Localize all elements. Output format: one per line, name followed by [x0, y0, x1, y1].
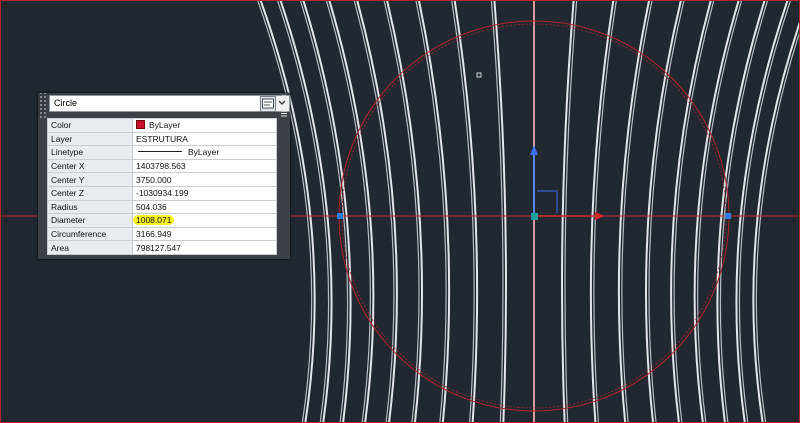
property-label: Area	[47, 240, 133, 255]
property-row-center-y[interactable]: Center Y 3750.000	[47, 172, 277, 187]
property-value-highlighted: 1008.071	[133, 215, 175, 226]
structure-line[interactable]	[299, 1, 349, 422]
structure-line[interactable]	[719, 1, 769, 422]
property-row-circumference[interactable]: Circumference 3166.949	[47, 226, 277, 242]
structure-line[interactable]	[755, 1, 799, 422]
structure-line[interactable]	[697, 1, 743, 422]
menu-icon[interactable]	[280, 104, 288, 117]
color-swatch	[136, 120, 145, 130]
object-type-select[interactable]: Circle	[49, 95, 290, 112]
property-value[interactable]: 1403798.563	[132, 158, 277, 174]
property-label: Diameter	[47, 213, 133, 228]
property-value[interactable]: 504.036	[132, 199, 277, 215]
property-label: Linetype	[47, 145, 133, 160]
structure-line[interactable]	[752, 1, 799, 422]
property-value[interactable]: ESTRUTURA	[132, 131, 277, 147]
quadrant-grip-left[interactable]	[337, 213, 343, 219]
property-value: ByLayer	[188, 147, 220, 158]
property-label: Layer	[47, 131, 133, 147]
property-value[interactable]: 798127.547	[132, 240, 277, 255]
structure-line[interactable]	[325, 1, 371, 422]
pickbox	[476, 72, 482, 78]
property-label: Center X	[47, 158, 133, 174]
object-type-value: Circle	[54, 98, 78, 108]
property-value[interactable]: -1030934.199	[132, 185, 277, 201]
property-row-linetype[interactable]: Linetype ByLayer	[47, 145, 277, 160]
structure-line[interactable]	[490, 1, 504, 422]
property-row-layer[interactable]: Layer ESTRUTURA	[47, 131, 277, 147]
property-value[interactable]: 3166.949	[132, 226, 277, 242]
property-value: ByLayer	[149, 120, 181, 131]
properties-icon[interactable]	[260, 96, 276, 112]
property-row-diameter[interactable]: Diameter 1008.071	[47, 213, 277, 228]
properties-table: Color ByLayer Layer ESTRUTURA Linetype ByLa…	[47, 118, 277, 255]
property-row-color[interactable]: Color ByLayer	[47, 118, 277, 133]
property-row-area[interactable]: Area 798127.547	[47, 240, 277, 255]
property-row-center-x[interactable]: Center X 1403798.563	[47, 158, 277, 174]
structure-line[interactable]	[453, 1, 479, 422]
property-label: Circumference	[47, 226, 133, 242]
quadrant-grip-right[interactable]	[725, 213, 731, 219]
property-value[interactable]: 3750.000	[132, 172, 277, 187]
property-label: Color	[47, 118, 133, 133]
structure-lines[interactable]	[256, 1, 799, 422]
linetype-sample	[138, 151, 182, 153]
structure-line[interactable]	[589, 1, 615, 422]
structure-line[interactable]	[564, 1, 578, 422]
property-label: Radius	[47, 199, 133, 215]
property-label: Center Y	[47, 172, 133, 187]
palette-left-strip	[38, 118, 46, 258]
property-label: Center Z	[47, 185, 133, 201]
drawing-viewport[interactable]: Circle × Color ByLayer Layer ESTRUTURA Lin…	[0, 0, 800, 423]
close-icon[interactable]: ×	[279, 93, 289, 103]
property-row-center-z[interactable]: Center Z -1030934.199	[47, 185, 277, 201]
property-row-radius[interactable]: Radius 504.036	[47, 199, 277, 215]
